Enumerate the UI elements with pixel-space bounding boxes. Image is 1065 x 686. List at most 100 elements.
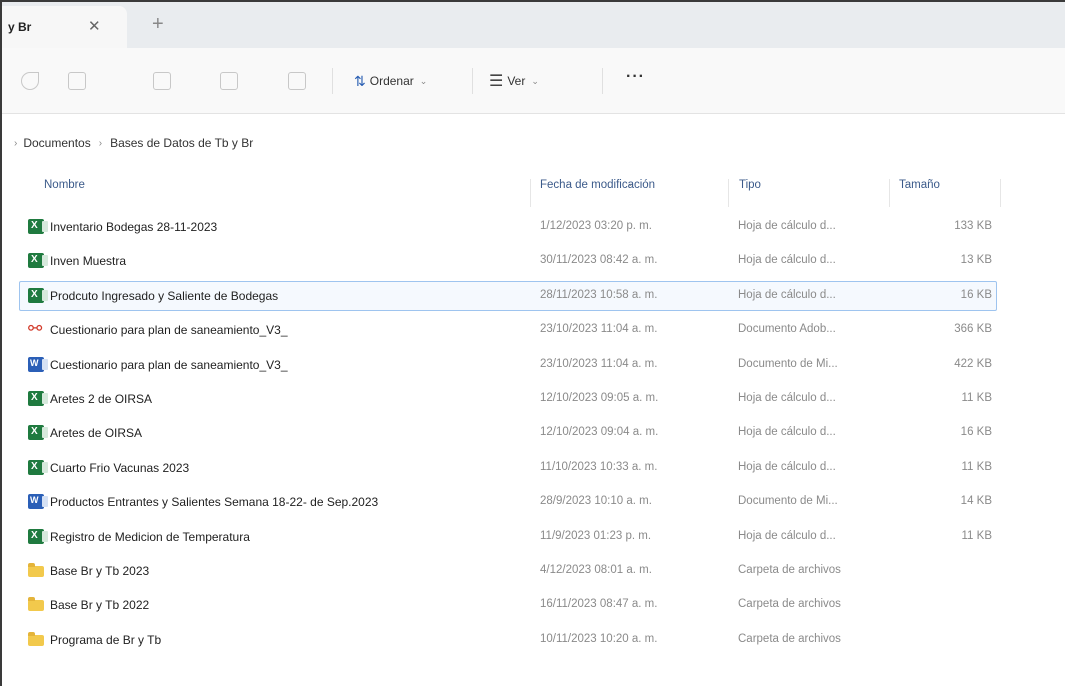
file-size: 133 KB (954, 220, 992, 232)
tab-current-folder[interactable]: y Br ✕ (2, 6, 127, 48)
file-date-modified: 28/9/2023 10:10 a. m. (540, 495, 652, 508)
column-header-date[interactable]: Fecha de modificación (540, 179, 655, 191)
pdf-file-icon (28, 319, 44, 339)
file-type: Documento Adob... (738, 323, 836, 336)
folder-icon (28, 562, 44, 577)
file-type: Hoja de cálculo d... (738, 460, 836, 473)
word-file-icon (28, 494, 48, 510)
rename-icon[interactable] (220, 72, 238, 90)
column-divider[interactable] (728, 179, 729, 207)
file-row[interactable]: Cuestionario para plan de saneamiento_V3… (0, 313, 1065, 347)
file-size: 13 KB (960, 254, 992, 267)
file-size: 422 KB (954, 357, 992, 370)
file-list: Inventario Bodegas 28-11-2023 1/12/2023 0… (0, 210, 1065, 657)
file-date-modified: 30/11/2023 08:42 a. m. (540, 254, 658, 267)
excel-file-icon (28, 253, 48, 269)
tab-title: y Br (8, 20, 32, 34)
column-divider[interactable] (1000, 179, 1001, 207)
folder-icon (28, 631, 44, 646)
file-name: Cuestionario para plan de saneamiento_V3… (50, 323, 288, 338)
file-type: Hoja de cálculo d... (738, 288, 836, 301)
sort-label: Ordenar (369, 74, 414, 88)
file-name: Inven Muestra (50, 254, 127, 269)
folder-row[interactable]: Base Br y Tb 2023 4/12/2023 08:01 a. m. Ca… (0, 554, 1065, 588)
word-file-icon (28, 356, 48, 372)
file-name: Base Br y Tb 2023 (50, 563, 150, 578)
view-button[interactable]: ☰ Ver ⌄ (489, 70, 539, 92)
file-name: Aretes 2 de OIRSA (50, 391, 153, 406)
chevron-down-icon: ⌄ (419, 75, 428, 86)
file-row[interactable]: Cuarto Frio Vacunas 2023 11/10/2023 10:33… (0, 451, 1065, 485)
chevron-right-icon[interactable]: › (99, 138, 102, 149)
close-icon[interactable]: ✕ (88, 17, 101, 35)
file-name: Inventario Bodegas 28-11-2023 (50, 220, 218, 234)
file-size: 11 KB (961, 529, 992, 542)
file-type: Hoja de cálculo d... (738, 254, 836, 267)
file-size: 16 KB (960, 426, 992, 439)
column-header-size[interactable]: Tamaño (899, 179, 940, 191)
copy-icon[interactable] (68, 72, 86, 90)
sort-button[interactable]: ⇅ Ordenar ⌄ (354, 70, 427, 92)
file-date-modified: 28/11/2023 10:58 a. m. (540, 288, 658, 301)
file-date-modified: 11/9/2023 01:23 p. m. (540, 529, 652, 542)
file-row[interactable]: Aretes de OIRSA 12/10/2023 09:04 a. m. Hoj… (0, 416, 1065, 450)
command-bar: ⇅ Ordenar ⌄ ☰ Ver ⌄ ··· (2, 48, 1065, 114)
file-size: 11 KB (961, 460, 992, 473)
sort-icon: ⇅ (354, 72, 366, 89)
file-size: 11 KB (961, 391, 992, 404)
file-type: Hoja de cálculo d... (738, 220, 836, 232)
file-type: Hoja de cálculo d... (738, 391, 836, 404)
file-type: Carpeta de archivos (738, 632, 841, 645)
file-date-modified: 4/12/2023 08:01 a. m. (540, 563, 652, 576)
file-row[interactable]: Aretes 2 de OIRSA 12/10/2023 09:05 a. m. H… (0, 382, 1065, 416)
file-row[interactable]: Prodcuto Ingresado y Saliente de Bodegas… (0, 279, 1065, 313)
file-size: 16 KB (960, 288, 992, 301)
file-row[interactable]: Inventario Bodegas 28-11-2023 1/12/2023 0… (0, 210, 1065, 244)
column-divider[interactable] (889, 179, 890, 207)
more-options-button[interactable]: ··· (626, 68, 645, 86)
file-date-modified: 23/10/2023 11:04 a. m. (540, 357, 658, 370)
file-date-modified: 12/10/2023 09:04 a. m. (540, 426, 659, 439)
excel-file-icon (28, 390, 48, 406)
paste-icon[interactable] (153, 72, 171, 90)
folder-row[interactable]: Programa de Br y Tb 10/11/2023 10:20 a. m… (0, 623, 1065, 657)
chevron-right-icon[interactable]: › (14, 138, 17, 149)
file-date-modified: 16/11/2023 08:47 a. m. (540, 598, 658, 611)
file-type: Documento de Mi... (738, 357, 838, 370)
new-tab-icon[interactable]: + (152, 14, 164, 34)
file-type: Documento de Mi... (738, 495, 838, 508)
file-name: Programa de Br y Tb (50, 632, 162, 647)
excel-file-icon (28, 287, 48, 303)
folder-icon (28, 597, 44, 612)
file-row[interactable]: Registro de Medicion de Temperatura 11/9/… (0, 520, 1065, 554)
delete-icon[interactable] (288, 72, 306, 90)
file-row[interactable]: Productos Entrantes y Salientes Semana 1… (0, 485, 1065, 519)
excel-file-icon (28, 425, 48, 441)
file-name: Aretes de OIRSA (50, 426, 143, 441)
file-name: Prodcuto Ingresado y Saliente de Bodegas (50, 288, 279, 303)
folder-row[interactable]: Base Br y Tb 2022 16/11/2023 08:47 a. m. C… (0, 588, 1065, 622)
excel-file-icon (28, 459, 48, 475)
column-header-name[interactable]: Nombre (44, 179, 85, 191)
file-name: Productos Entrantes y Salientes Semana 1… (50, 495, 379, 510)
toolbar-divider (602, 68, 603, 94)
column-divider[interactable] (530, 179, 531, 207)
file-date-modified: 1/12/2023 03:20 p. m. (540, 220, 652, 232)
file-row[interactable]: Cuestionario para plan de saneamiento_V3… (0, 348, 1065, 382)
file-type: Hoja de cálculo d... (738, 426, 836, 439)
tab-strip: y Br ✕ + (2, 2, 1065, 48)
excel-file-icon (28, 528, 48, 544)
column-header-type[interactable]: Tipo (739, 179, 761, 191)
toolbar-divider (472, 68, 473, 94)
file-row[interactable]: Inven Muestra 30/11/2023 08:42 a. m. Hoja … (0, 244, 1065, 278)
file-name: Registro de Medicion de Temperatura (50, 529, 250, 544)
breadcrumb: › Documentos › Bases de Datos de Tb y Br (2, 114, 1065, 172)
file-type: Hoja de cálculo d... (738, 529, 836, 542)
cut-icon[interactable] (21, 72, 39, 90)
breadcrumb-item-documentos[interactable]: Documentos (23, 136, 90, 150)
view-icon: ☰ (489, 73, 504, 90)
file-name: Base Br y Tb 2022 (50, 598, 150, 613)
file-date-modified: 10/11/2023 10:20 a. m. (540, 632, 658, 645)
file-size: 366 KB (954, 323, 992, 336)
breadcrumb-item-current[interactable]: Bases de Datos de Tb y Br (110, 136, 253, 150)
